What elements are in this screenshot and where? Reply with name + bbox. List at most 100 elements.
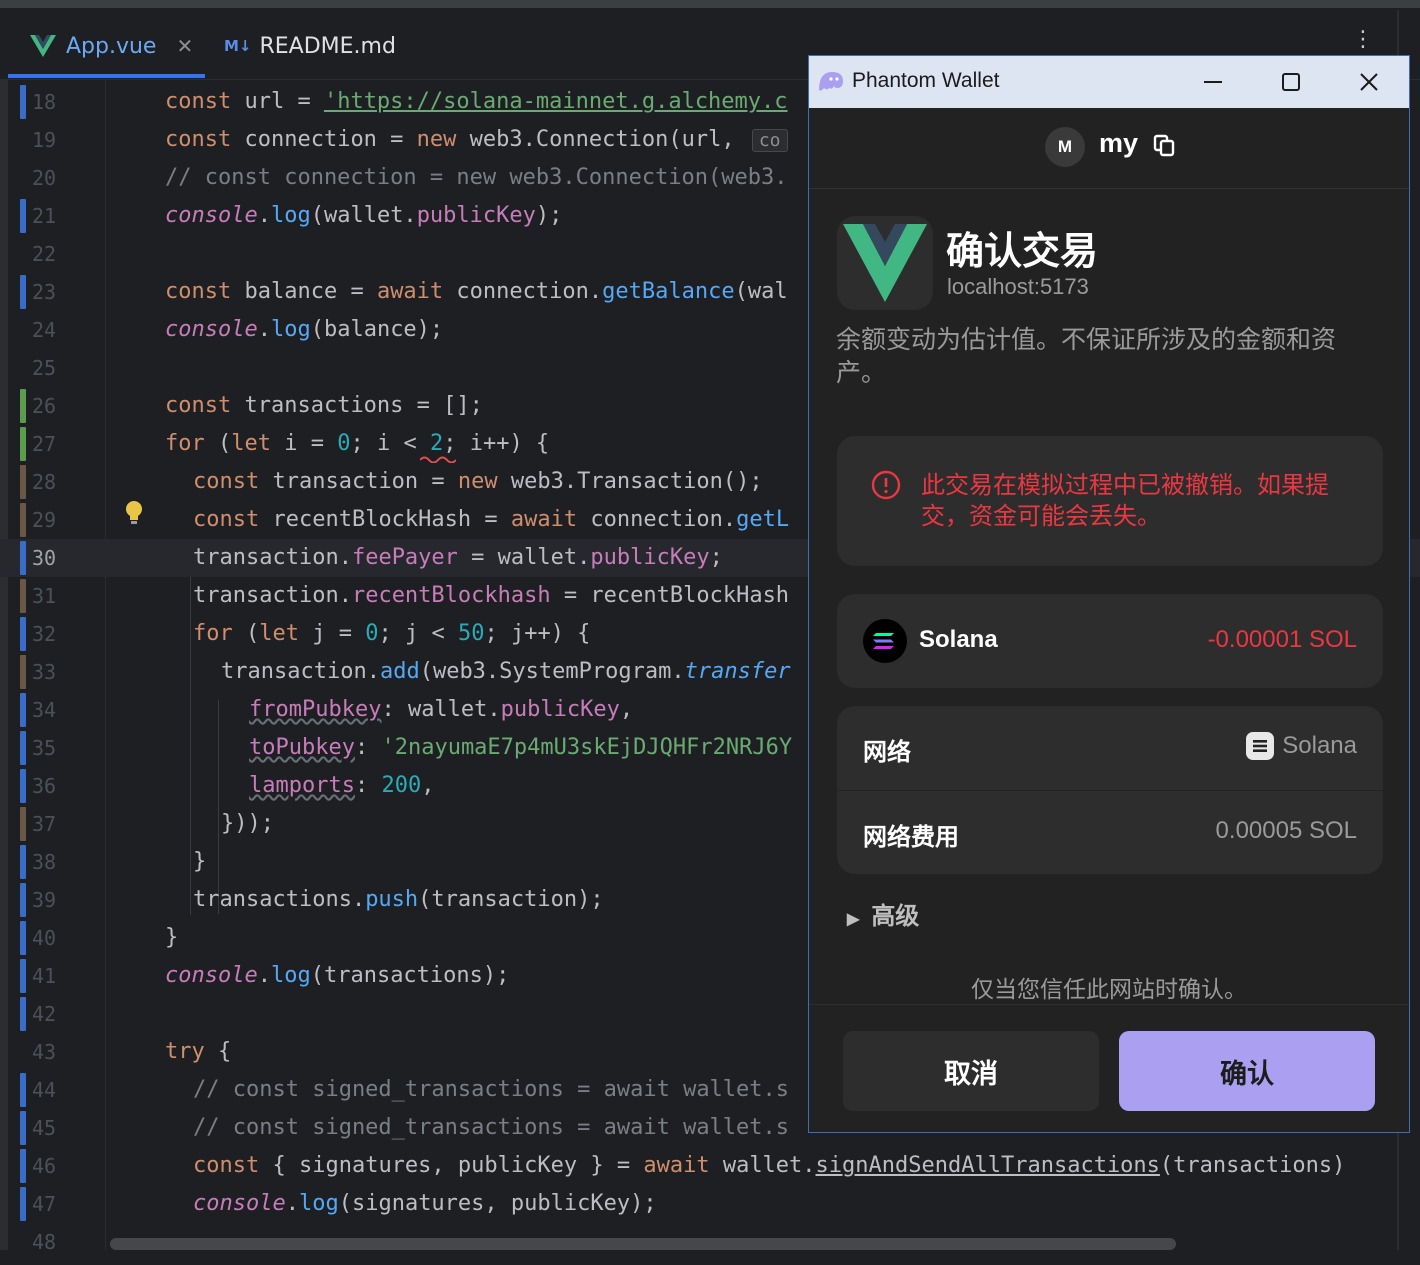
code-text: toPubkey: '2nayumaE7p4mU3skEjDJQHFr2NRJ6… bbox=[249, 735, 793, 760]
code-text: const connection = new web3.Connection(u… bbox=[165, 121, 788, 159]
code-text: const recentBlockHash = await connection… bbox=[193, 507, 790, 532]
code-text: // const signed_transactions = await wal… bbox=[193, 1077, 790, 1102]
vcs-marker bbox=[20, 541, 26, 575]
line-number: 47 bbox=[32, 1192, 57, 1216]
expand-triangle-icon: ▶ bbox=[847, 911, 860, 928]
line-number: 18 bbox=[32, 90, 57, 114]
line-number: 45 bbox=[32, 1116, 57, 1140]
line-number: 46 bbox=[32, 1154, 57, 1178]
vcs-marker bbox=[20, 465, 26, 499]
tab-label: App.vue bbox=[66, 33, 157, 59]
vcs-marker bbox=[20, 921, 26, 955]
avatar[interactable]: M bbox=[1045, 127, 1085, 167]
line-number: 19 bbox=[32, 128, 57, 152]
network-row: 网络 Solana bbox=[837, 706, 1383, 790]
window-titlebar[interactable]: Phantom Wallet bbox=[809, 56, 1409, 108]
line-number: 33 bbox=[32, 660, 57, 684]
minimize-icon[interactable] bbox=[1193, 66, 1233, 98]
fee-label: 网络费用 bbox=[863, 824, 959, 851]
vcs-marker bbox=[20, 959, 26, 993]
line-number: 41 bbox=[32, 964, 57, 988]
fee-value: 0.00005 SOL bbox=[1215, 817, 1357, 844]
asset-change: -0.00001 SOL bbox=[1207, 626, 1357, 653]
tab-readme-md[interactable]: M↓ README.md bbox=[224, 26, 396, 66]
warning-icon bbox=[871, 470, 901, 500]
code-line: 46 const { signatures, publicKey } = awa… bbox=[0, 1147, 1420, 1185]
vcs-marker bbox=[20, 997, 26, 1031]
network-label: 网络 bbox=[863, 739, 911, 766]
code-text: transaction.feePayer = wallet.publicKey; bbox=[193, 545, 723, 570]
code-text: } bbox=[165, 925, 179, 950]
line-number: 25 bbox=[32, 356, 57, 380]
warning-text: 此交易在模拟过程中已被撤销。如果提交，资金可能会丢失。 bbox=[921, 472, 1329, 530]
window-title: Phantom Wallet bbox=[852, 69, 1000, 92]
vcs-marker bbox=[20, 85, 26, 119]
code-text: transaction.recentBlockhash = recentBloc… bbox=[193, 583, 790, 608]
maximize-icon[interactable] bbox=[1271, 66, 1311, 98]
code-text: // const signed_transactions = await wal… bbox=[193, 1115, 790, 1140]
code-text: } bbox=[193, 849, 207, 874]
trust-notice: 仅当您信任此网站时确认。 bbox=[971, 976, 1247, 1002]
action-footer: 取消 确认 bbox=[809, 1004, 1409, 1132]
line-number: 31 bbox=[32, 584, 57, 608]
markdown-icon: M↓ bbox=[224, 37, 252, 55]
code-text: const transaction = new web3.Transaction… bbox=[193, 469, 763, 494]
vcs-marker bbox=[20, 883, 26, 917]
code-text: console.log(transactions); bbox=[165, 963, 510, 988]
vcs-marker bbox=[20, 389, 26, 423]
balance-disclaimer: 余额变动为估计值。不保证所涉及的金额和资产。 bbox=[836, 326, 1337, 387]
vcs-marker bbox=[20, 845, 26, 879]
code-text: transaction.add(web3.SystemProgram.trans… bbox=[221, 659, 791, 684]
line-number: 30 bbox=[32, 546, 57, 570]
line-number: 39 bbox=[32, 888, 57, 912]
line-number: 28 bbox=[32, 470, 57, 494]
cancel-button[interactable]: 取消 bbox=[843, 1031, 1099, 1111]
advanced-label: 高级 bbox=[871, 903, 920, 930]
account-header: M my bbox=[809, 108, 1409, 189]
line-number: 40 bbox=[32, 926, 57, 950]
page-title: 确认交易 bbox=[946, 231, 1099, 273]
code-text: console.log(wallet.publicKey); bbox=[165, 203, 563, 228]
error-squiggle bbox=[420, 456, 456, 463]
code-text: console.log(signatures, publicKey); bbox=[193, 1191, 657, 1216]
line-number: 48 bbox=[32, 1230, 57, 1250]
code-text: // const connection = new web3.Connectio… bbox=[165, 165, 788, 190]
vcs-marker bbox=[20, 579, 26, 613]
code-line: 47 console.log(signatures, publicKey); bbox=[0, 1185, 1420, 1223]
close-icon[interactable]: ✕ bbox=[176, 34, 193, 58]
copy-icon[interactable] bbox=[1151, 132, 1177, 158]
vcs-marker bbox=[20, 769, 26, 803]
vcs-marker bbox=[20, 275, 26, 309]
lightbulb-icon[interactable] bbox=[124, 500, 144, 526]
line-number: 32 bbox=[32, 622, 57, 646]
code-text: try { bbox=[165, 1039, 232, 1064]
more-options-icon[interactable]: ⋮ bbox=[1352, 29, 1374, 51]
vcs-marker bbox=[20, 807, 26, 841]
code-text: console.log(balance); bbox=[165, 317, 444, 342]
network-fee-row: 网络费用 0.00005 SOL bbox=[837, 790, 1383, 875]
line-number: 26 bbox=[32, 394, 57, 418]
close-icon[interactable] bbox=[1349, 66, 1389, 98]
advanced-toggle[interactable]: ▶ 高级 bbox=[847, 896, 919, 931]
line-number: 35 bbox=[32, 736, 57, 760]
line-number: 38 bbox=[32, 850, 57, 874]
line-number: 21 bbox=[32, 204, 57, 228]
horizontal-scrollbar[interactable] bbox=[110, 1238, 1176, 1250]
account-name[interactable]: my bbox=[1099, 128, 1138, 159]
active-tab-indicator bbox=[8, 74, 205, 78]
phantom-ghost-icon bbox=[819, 72, 843, 91]
network-value: Solana bbox=[1282, 732, 1357, 759]
vcs-marker bbox=[20, 655, 26, 689]
confirm-button[interactable]: 确认 bbox=[1119, 1031, 1375, 1111]
code-text: const balance = await connection.getBala… bbox=[165, 279, 788, 304]
line-number: 37 bbox=[32, 812, 57, 836]
vue-icon bbox=[843, 224, 927, 302]
code-text: for (let i = 0; i < 2; i++) { bbox=[165, 431, 550, 456]
tab-app-vue[interactable]: App.vue ✕ bbox=[30, 26, 193, 66]
code-text: const url = 'https://solana-mainnet.g.al… bbox=[165, 89, 788, 114]
code-text: transactions.push(transaction); bbox=[193, 887, 604, 912]
vue-icon bbox=[30, 35, 56, 57]
line-number: 36 bbox=[32, 774, 57, 798]
simulation-warning: 此交易在模拟过程中已被撤销。如果提交，资金可能会丢失。 bbox=[837, 436, 1383, 566]
vcs-marker bbox=[20, 1187, 26, 1221]
